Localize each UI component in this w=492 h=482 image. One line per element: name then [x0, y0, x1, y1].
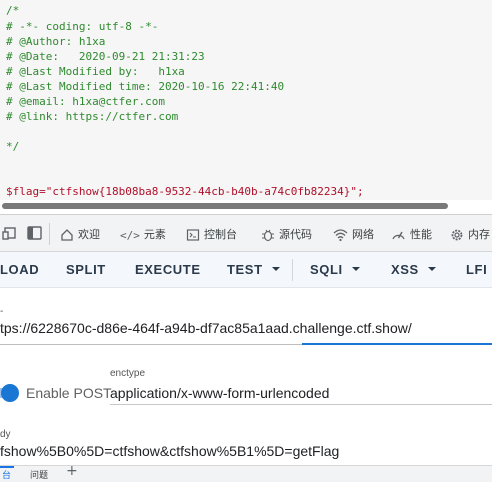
sqli-label: SQLI	[310, 262, 343, 277]
home-icon	[61, 229, 73, 241]
tab-welcome[interactable]: 欢迎	[60, 226, 100, 242]
gauge-icon	[392, 231, 405, 240]
enable-post-toggle[interactable]	[0, 384, 22, 402]
horizontal-scrollbar[interactable]	[0, 200, 492, 212]
body-field-label: dy	[0, 429, 11, 440]
hackbar-form: - tps://6228670c-d86e-464f-a94b-df7ac85a…	[0, 288, 492, 482]
flag-line: $flag="ctfshow{18b08ba8-9532-44cb-b40b-a…	[6, 185, 364, 198]
code-brackets-icon: </>	[120, 228, 140, 242]
tab-sources[interactable]: 源代码	[261, 226, 312, 242]
body-input[interactable]: fshow%5B0%5D=ctfshow&ctfshow%5B1%5D=getF…	[0, 443, 339, 459]
device-toolbar-icon[interactable]	[2, 224, 20, 242]
code-line: /*	[6, 4, 20, 17]
tab-console[interactable]: 控制台	[186, 226, 237, 242]
console-icon	[186, 229, 200, 241]
lfi-menu-button[interactable]: LFI	[466, 262, 487, 277]
gear-icon	[451, 229, 463, 241]
enctype-underline	[110, 404, 492, 405]
code-line: # -*- coding: utf-8 -*-	[6, 20, 159, 33]
divider	[292, 259, 293, 281]
code-line: # @link: https://ctfer.com	[6, 110, 179, 123]
execute-button[interactable]: EXECUTE	[135, 262, 201, 277]
tab-issues[interactable]: 问题	[30, 468, 48, 481]
code-line: # @Last Modified by: h1xa	[6, 65, 185, 78]
xss-label: XSS	[391, 262, 419, 277]
drawer-tab-bar: 台 问题 +	[0, 463, 492, 482]
split-button[interactable]: SPLIT	[66, 262, 106, 277]
code-line: # @Author: h1xa	[6, 35, 106, 48]
sqli-menu-button[interactable]: SQLI	[310, 262, 360, 277]
enable-post-label: Enable POST	[26, 385, 112, 401]
tab-label: 元素	[143, 228, 166, 241]
caret-down-icon	[351, 266, 360, 271]
test-menu-button[interactable]: TEST	[227, 262, 280, 277]
devtools-tab-bar: 欢迎 </> 元素 控制台 源代码 网络 性能 内存	[0, 214, 492, 252]
xss-menu-button[interactable]: XSS	[391, 262, 436, 277]
enctype-select[interactable]: application/x-www-form-urlencoded	[110, 385, 329, 401]
toggle-knob	[1, 384, 19, 402]
tab-console-drawer[interactable]: 台	[2, 468, 11, 481]
url-input-focus-underline	[302, 343, 492, 345]
url-input-underline	[0, 344, 302, 345]
tab-network[interactable]: 网络	[333, 226, 374, 242]
caret-down-icon	[427, 266, 436, 271]
url-field-label: -	[0, 306, 4, 317]
tab-label: 网络	[352, 228, 374, 241]
tab-elements[interactable]: </> 元素	[120, 226, 166, 242]
tab-label: 性能	[410, 228, 432, 241]
tab-label: 欢迎	[78, 228, 100, 241]
bug-icon	[262, 229, 274, 242]
divider	[49, 223, 50, 245]
tab-label: 控制台	[204, 228, 237, 241]
enctype-label: enctype	[110, 368, 146, 379]
load-button[interactable]: LOAD	[0, 262, 39, 277]
code-line: # @Date: 2020-09-21 21:31:23	[6, 50, 205, 63]
tab-performance[interactable]: 性能	[391, 226, 432, 242]
tab-memory[interactable]: 内存	[450, 226, 490, 242]
wifi-icon	[333, 229, 348, 242]
code-line: # @email: h1xa@ctfer.com	[6, 95, 165, 108]
caret-down-icon	[271, 266, 280, 271]
page-source-view: /* # -*- coding: utf-8 -*- # @Author: h1…	[0, 0, 492, 200]
test-label: TEST	[227, 262, 263, 277]
hackbar-toolbar: LOAD SPLIT EXECUTE TEST SQLI XSS LFI	[0, 252, 492, 288]
code-line: */	[6, 140, 20, 153]
url-input[interactable]: tps://6228670c-d86e-464f-a94b-df7ac85a1a…	[0, 320, 412, 336]
scrollbar-thumb[interactable]	[2, 203, 448, 209]
dock-side-icon[interactable]	[26, 224, 44, 242]
add-tab-button[interactable]: +	[66, 463, 78, 479]
tab-label: 内存	[468, 228, 490, 241]
tab-label: 源代码	[279, 228, 312, 241]
code-line: # @Last Modified time: 2020-10-16 22:41:…	[6, 80, 285, 93]
